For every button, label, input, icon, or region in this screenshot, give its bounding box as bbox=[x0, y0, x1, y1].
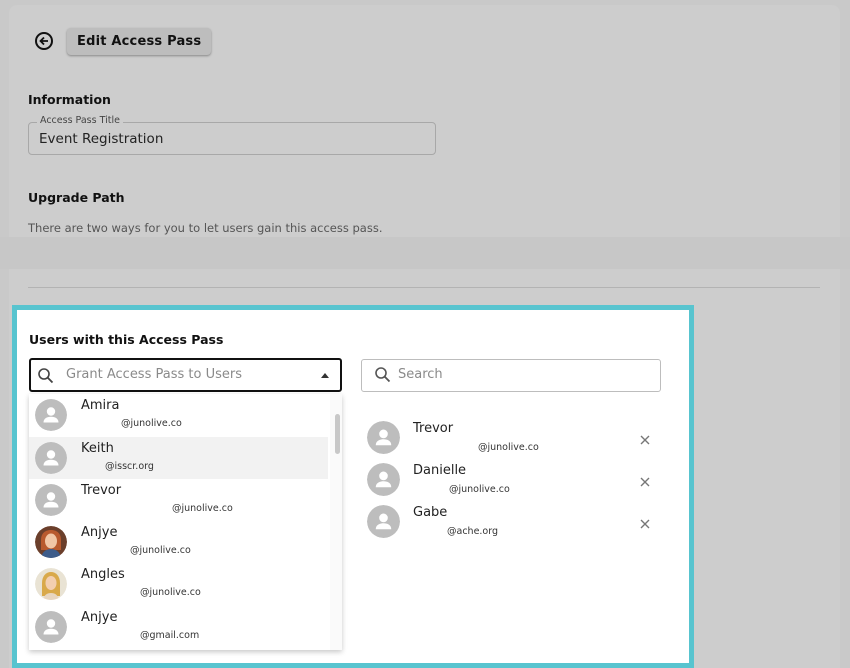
information-heading: Information bbox=[28, 92, 111, 107]
overlay-band bbox=[0, 237, 850, 269]
avatar bbox=[367, 505, 400, 538]
upgrade-path-heading: Upgrade Path bbox=[28, 190, 125, 205]
list-item[interactable]: Trevor @junolive.co bbox=[29, 479, 328, 521]
avatar bbox=[35, 442, 67, 474]
back-arrow-icon[interactable] bbox=[35, 32, 53, 50]
option-handle: @gmail.com bbox=[140, 630, 200, 641]
scrollbar-thumb[interactable] bbox=[335, 414, 340, 454]
grant-access-pass-combobox[interactable]: Grant Access Pass to Users bbox=[29, 358, 342, 392]
selected-user-handle: @junolive.co bbox=[449, 484, 510, 495]
search-input[interactable]: Search bbox=[361, 359, 661, 392]
selected-user-name: Danielle bbox=[413, 463, 467, 478]
search-placeholder: Search bbox=[398, 367, 443, 382]
close-icon[interactable] bbox=[639, 473, 651, 487]
list-item[interactable]: Anjye @junolive.co bbox=[29, 521, 328, 563]
option-name: Anjye bbox=[81, 610, 118, 625]
upgrade-path-description: There are two ways for you to let users … bbox=[28, 221, 383, 235]
option-name: Anjye bbox=[81, 525, 118, 540]
avatar bbox=[367, 421, 400, 454]
option-handle: @isscr.org bbox=[105, 461, 154, 472]
avatar bbox=[367, 463, 400, 496]
selected-user-handle: @ache.org bbox=[447, 526, 499, 537]
option-name: Amira bbox=[81, 398, 120, 413]
avatar bbox=[35, 399, 67, 431]
access-pass-title-field[interactable]: Access Pass Title Event Registration bbox=[28, 115, 436, 155]
scrollbar[interactable] bbox=[330, 394, 342, 650]
option-handle: @junolive.co bbox=[140, 587, 201, 598]
search-icon bbox=[37, 367, 55, 389]
edit-access-pass-chip: Edit Access Pass bbox=[67, 28, 212, 55]
avatar bbox=[35, 568, 67, 600]
modal-title: Users with this Access Pass bbox=[29, 332, 224, 347]
selected-user: Danielle @junolive.co bbox=[367, 463, 657, 503]
grant-placeholder: Grant Access Pass to Users bbox=[66, 367, 242, 382]
selected-user: Gabe @ache.org bbox=[367, 505, 657, 545]
selected-user-name: Trevor bbox=[413, 421, 454, 436]
users-access-pass-modal: Users with this Access Pass Grant Access… bbox=[12, 305, 694, 668]
selected-user: Trevor @junolive.co bbox=[367, 421, 657, 461]
list-item[interactable]: Keith @isscr.org bbox=[29, 437, 328, 479]
option-name: Trevor bbox=[81, 483, 122, 498]
avatar bbox=[35, 484, 67, 516]
option-handle: @junolive.co bbox=[121, 418, 182, 429]
avatar bbox=[35, 526, 67, 558]
list-item[interactable]: Anjye @gmail.com bbox=[29, 606, 328, 648]
search-icon bbox=[374, 366, 392, 388]
selected-user-handle: @junolive.co bbox=[478, 442, 539, 453]
list-item[interactable]: Amira @junolive.co bbox=[29, 394, 328, 436]
list-item[interactable]: Angles @junolive.co bbox=[29, 563, 328, 605]
option-name: Keith bbox=[81, 441, 114, 456]
section-divider bbox=[28, 287, 820, 288]
option-handle: @junolive.co bbox=[172, 503, 233, 514]
close-icon[interactable] bbox=[639, 515, 651, 529]
option-name: Angles bbox=[81, 567, 125, 582]
avatar bbox=[35, 611, 67, 643]
user-options-list[interactable]: Amira @junolive.co Keith @isscr.org Trev… bbox=[29, 394, 342, 650]
close-icon[interactable] bbox=[639, 431, 651, 445]
selected-user-name: Gabe bbox=[413, 505, 448, 520]
access-pass-title-label: Access Pass Title bbox=[37, 115, 123, 126]
option-handle: @junolive.co bbox=[130, 545, 191, 556]
caret-up-icon[interactable] bbox=[321, 373, 329, 378]
access-pass-title-value: Event Registration bbox=[39, 131, 164, 147]
